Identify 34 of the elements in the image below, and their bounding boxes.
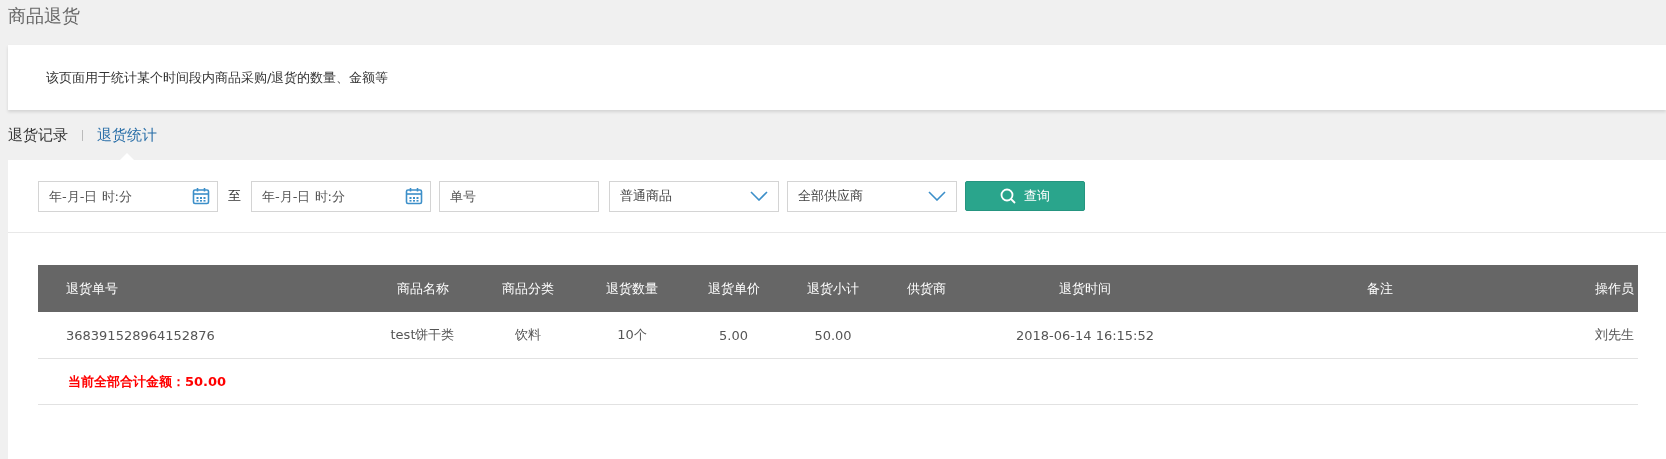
- product-type-select[interactable]: 普通商品: [609, 180, 779, 212]
- table-cell-text: 368391528964152876: [65, 327, 216, 343]
- tab[interactable]: 退货记录: [8, 125, 68, 145]
- order-number-field[interactable]: 单号: [439, 180, 599, 212]
- notice-text: 该页面用于统计某个时间段内商品采购/退货的数量、金额等: [46, 68, 389, 87]
- table-cell-text: 饮料: [514, 326, 542, 344]
- column-header: 商品分类: [501, 279, 555, 298]
- calendar-icon[interactable]: [405, 186, 423, 205]
- table-cell-text: 刘先生: [1594, 326, 1635, 344]
- search-icon: [1000, 188, 1016, 204]
- tab[interactable]: 退货统计: [97, 125, 157, 145]
- range-separator: 至: [228, 187, 241, 205]
- column-header: 退货时间: [1058, 279, 1112, 298]
- column-header: 退货单号: [65, 279, 119, 298]
- table-cell-text: test饼干类: [389, 326, 456, 344]
- total-amount: 当前全部合计金额：50.00: [68, 372, 227, 391]
- column-header: 退货数量: [605, 279, 659, 298]
- column-header: 操作员: [1594, 279, 1635, 298]
- column-header: 备注: [1366, 279, 1394, 298]
- supplier-select[interactable]: 全部供应商: [787, 180, 957, 212]
- table-cell-text: 2018-06-14 16:15:52: [1014, 327, 1156, 343]
- column-header: 退货单价: [706, 279, 761, 298]
- table-cell-text: 50.00: [813, 327, 853, 343]
- table-cell-text: 5.00: [718, 327, 749, 343]
- column-header: 商品名称: [395, 279, 450, 298]
- start-date-field[interactable]: 年-月-日 时:分: [38, 180, 218, 212]
- chevron-down-icon: [750, 191, 768, 201]
- column-header: 退货小计: [806, 279, 860, 298]
- table-cell-text: 10个: [616, 326, 648, 344]
- calendar-icon[interactable]: [192, 186, 210, 205]
- chevron-down-icon: [928, 191, 946, 201]
- page-title: 商品退货: [7, 4, 81, 28]
- end-date-field[interactable]: 年-月-日 时:分: [251, 180, 431, 212]
- column-header: 供货商: [905, 279, 947, 298]
